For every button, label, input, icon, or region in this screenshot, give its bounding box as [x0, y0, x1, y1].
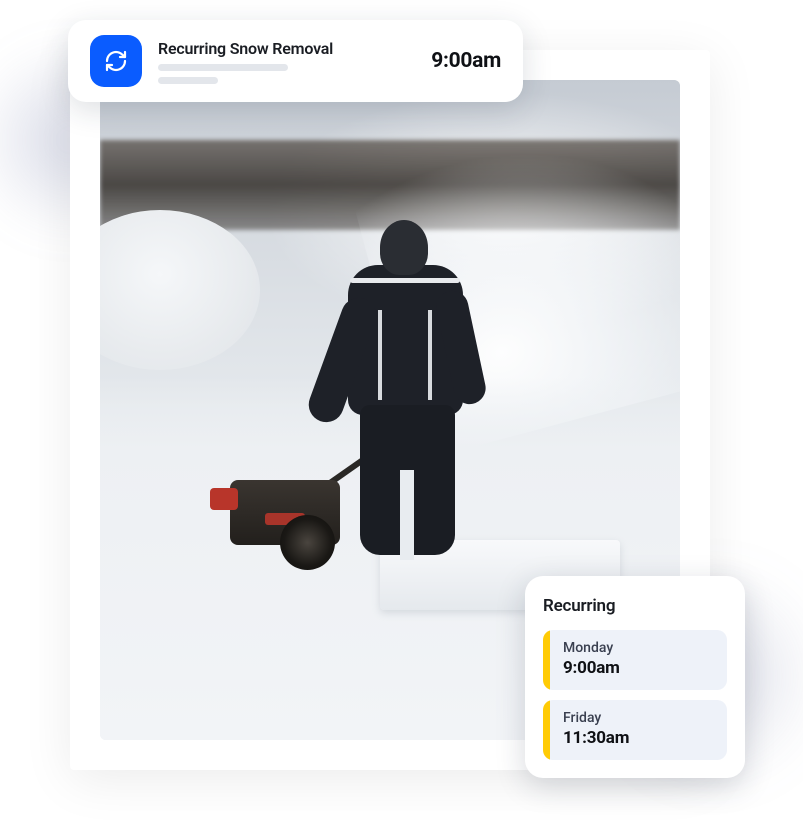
schedule-day: Monday	[563, 640, 713, 656]
notification-time: 9:00am	[431, 49, 501, 73]
schedule-item[interactable]: Friday 11:30am	[543, 700, 727, 760]
schedule-item[interactable]: Monday 9:00am	[543, 630, 727, 690]
schedule-time: 9:00am	[563, 658, 713, 678]
refresh-icon	[90, 35, 142, 87]
schedule-day: Friday	[563, 710, 713, 726]
schedule-card: Recurring Monday 9:00am Friday 11:30am	[525, 576, 745, 778]
schedule-title: Recurring	[543, 596, 727, 616]
notification-title: Recurring Snow Removal	[158, 39, 415, 58]
person-illustration	[330, 220, 480, 560]
notification-card[interactable]: Recurring Snow Removal 9:00am	[68, 20, 523, 102]
schedule-time: 11:30am	[563, 728, 713, 748]
skeleton-line	[158, 64, 288, 71]
skeleton-line	[158, 77, 218, 84]
